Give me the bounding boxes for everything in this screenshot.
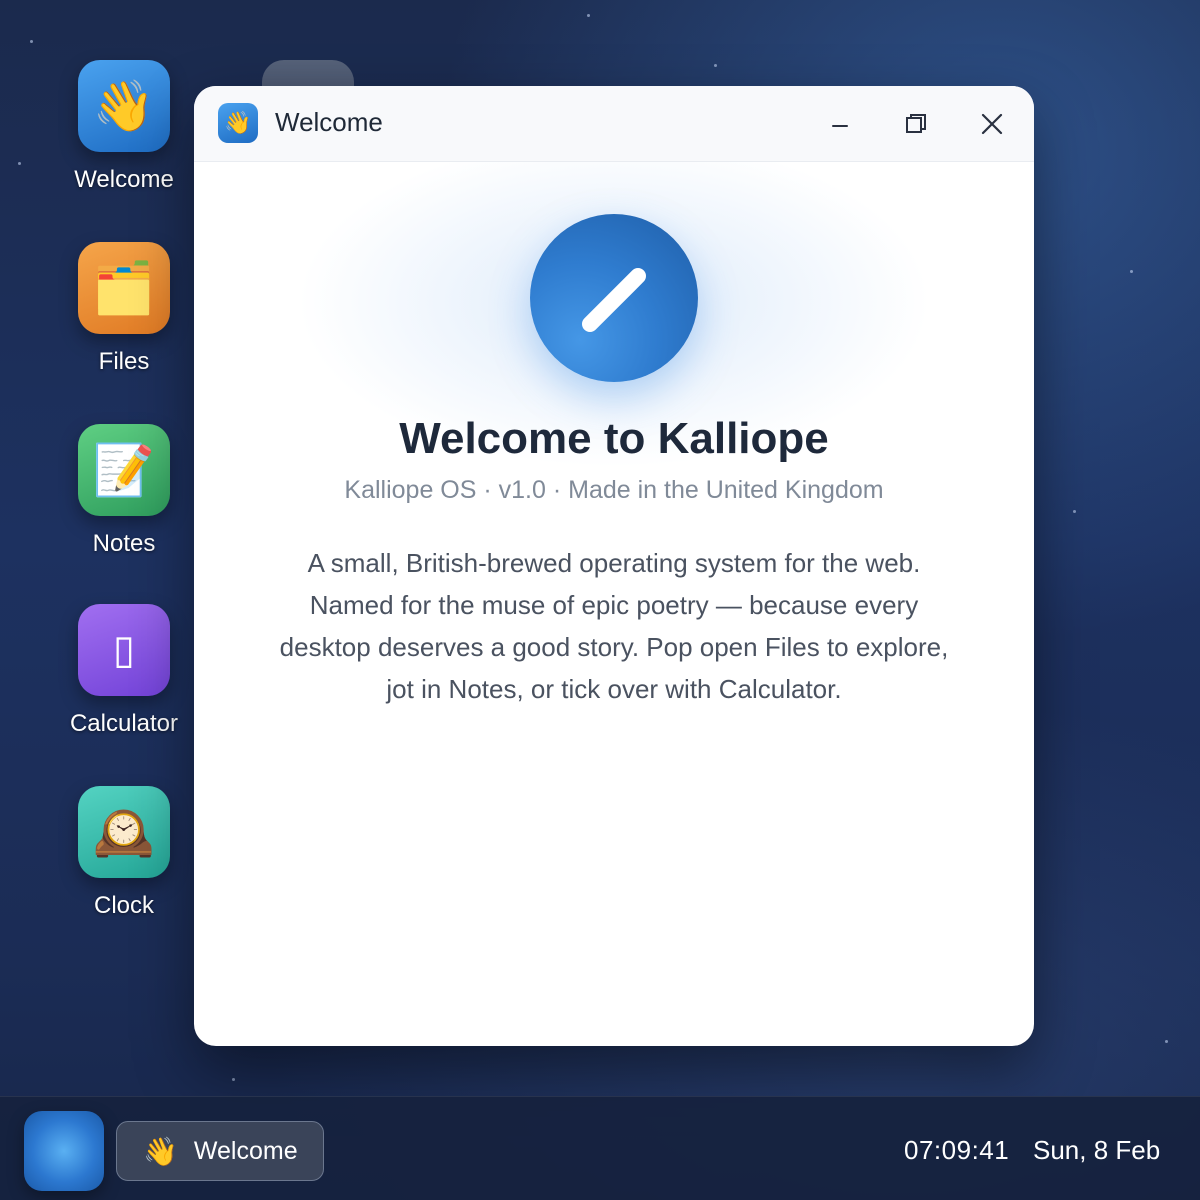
desktop-icon-files[interactable]: 🗂️ Files: [54, 242, 194, 376]
folder-icon: 🗂️: [78, 242, 170, 334]
version-subtitle: Kalliope OS · v1.0 · Made in the United …: [344, 476, 884, 504]
taskbar-item-welcome[interactable]: 👋 Welcome: [116, 1121, 324, 1181]
minimize-button[interactable]: [816, 100, 864, 148]
page-title: Welcome to Kalliope: [399, 414, 829, 463]
background-star: [1165, 1040, 1168, 1043]
desktop-icon-welcome[interactable]: 👋 Welcome: [54, 60, 194, 194]
taskbar: 👋 Welcome 07:09:41 Sun, 8 Feb: [0, 1096, 1200, 1200]
background-star: [714, 64, 717, 67]
desktop-icon-clock[interactable]: 🕰️ Clock: [54, 786, 194, 920]
maximize-icon: [906, 114, 926, 133]
mantelpiece-clock-icon: 🕰️: [78, 786, 170, 878]
close-button[interactable]: [968, 100, 1016, 148]
window-titlebar[interactable]: 👋 Welcome: [194, 86, 1034, 162]
window-content: Welcome to Kalliope Kalliope OS · v1.0 ·…: [194, 162, 1034, 1046]
calculator-icon: ▯: [78, 604, 170, 696]
welcome-window: 👋 Welcome Welcome to Kalliope Kalliope O…: [194, 86, 1034, 1046]
background-star: [18, 162, 21, 165]
clock-date[interactable]: Sun, 8 Feb: [1033, 1135, 1160, 1166]
waving-hand-icon: 👋: [143, 1135, 178, 1167]
background-star: [1130, 270, 1133, 273]
background-star: [232, 1078, 235, 1081]
background-star: [1073, 510, 1076, 513]
desktop-icon-label: Notes: [92, 530, 156, 557]
desktop-icon-label: Welcome: [74, 166, 174, 193]
maximize-button[interactable]: [892, 100, 940, 148]
intro-paragraph: A small, British-brewed operating system…: [279, 548, 949, 704]
waving-hand-icon: 👋: [218, 103, 258, 143]
desktop-icon-label: Files: [98, 348, 150, 375]
desktop-icon-label: Clock: [93, 892, 154, 919]
desktop-icon-calculator[interactable]: ▯ Calculator: [54, 604, 194, 738]
minimize-icon: [832, 125, 848, 127]
taskbar-item-label: Welcome: [193, 1136, 298, 1165]
desktop-icon-label: Calculator: [69, 710, 179, 737]
background-star: [587, 14, 590, 17]
kalliope-logo-icon: [530, 214, 698, 382]
start-button[interactable]: [24, 1111, 104, 1191]
close-icon: [981, 113, 1003, 135]
clock-time[interactable]: 07:09:41: [904, 1135, 1009, 1166]
desktop-icon-notes[interactable]: 📝 Notes: [54, 424, 194, 558]
waving-hand-icon: 👋: [78, 60, 170, 152]
window-title: Welcome: [275, 107, 383, 137]
background-star: [30, 40, 33, 43]
memo-icon: 📝: [78, 424, 170, 516]
